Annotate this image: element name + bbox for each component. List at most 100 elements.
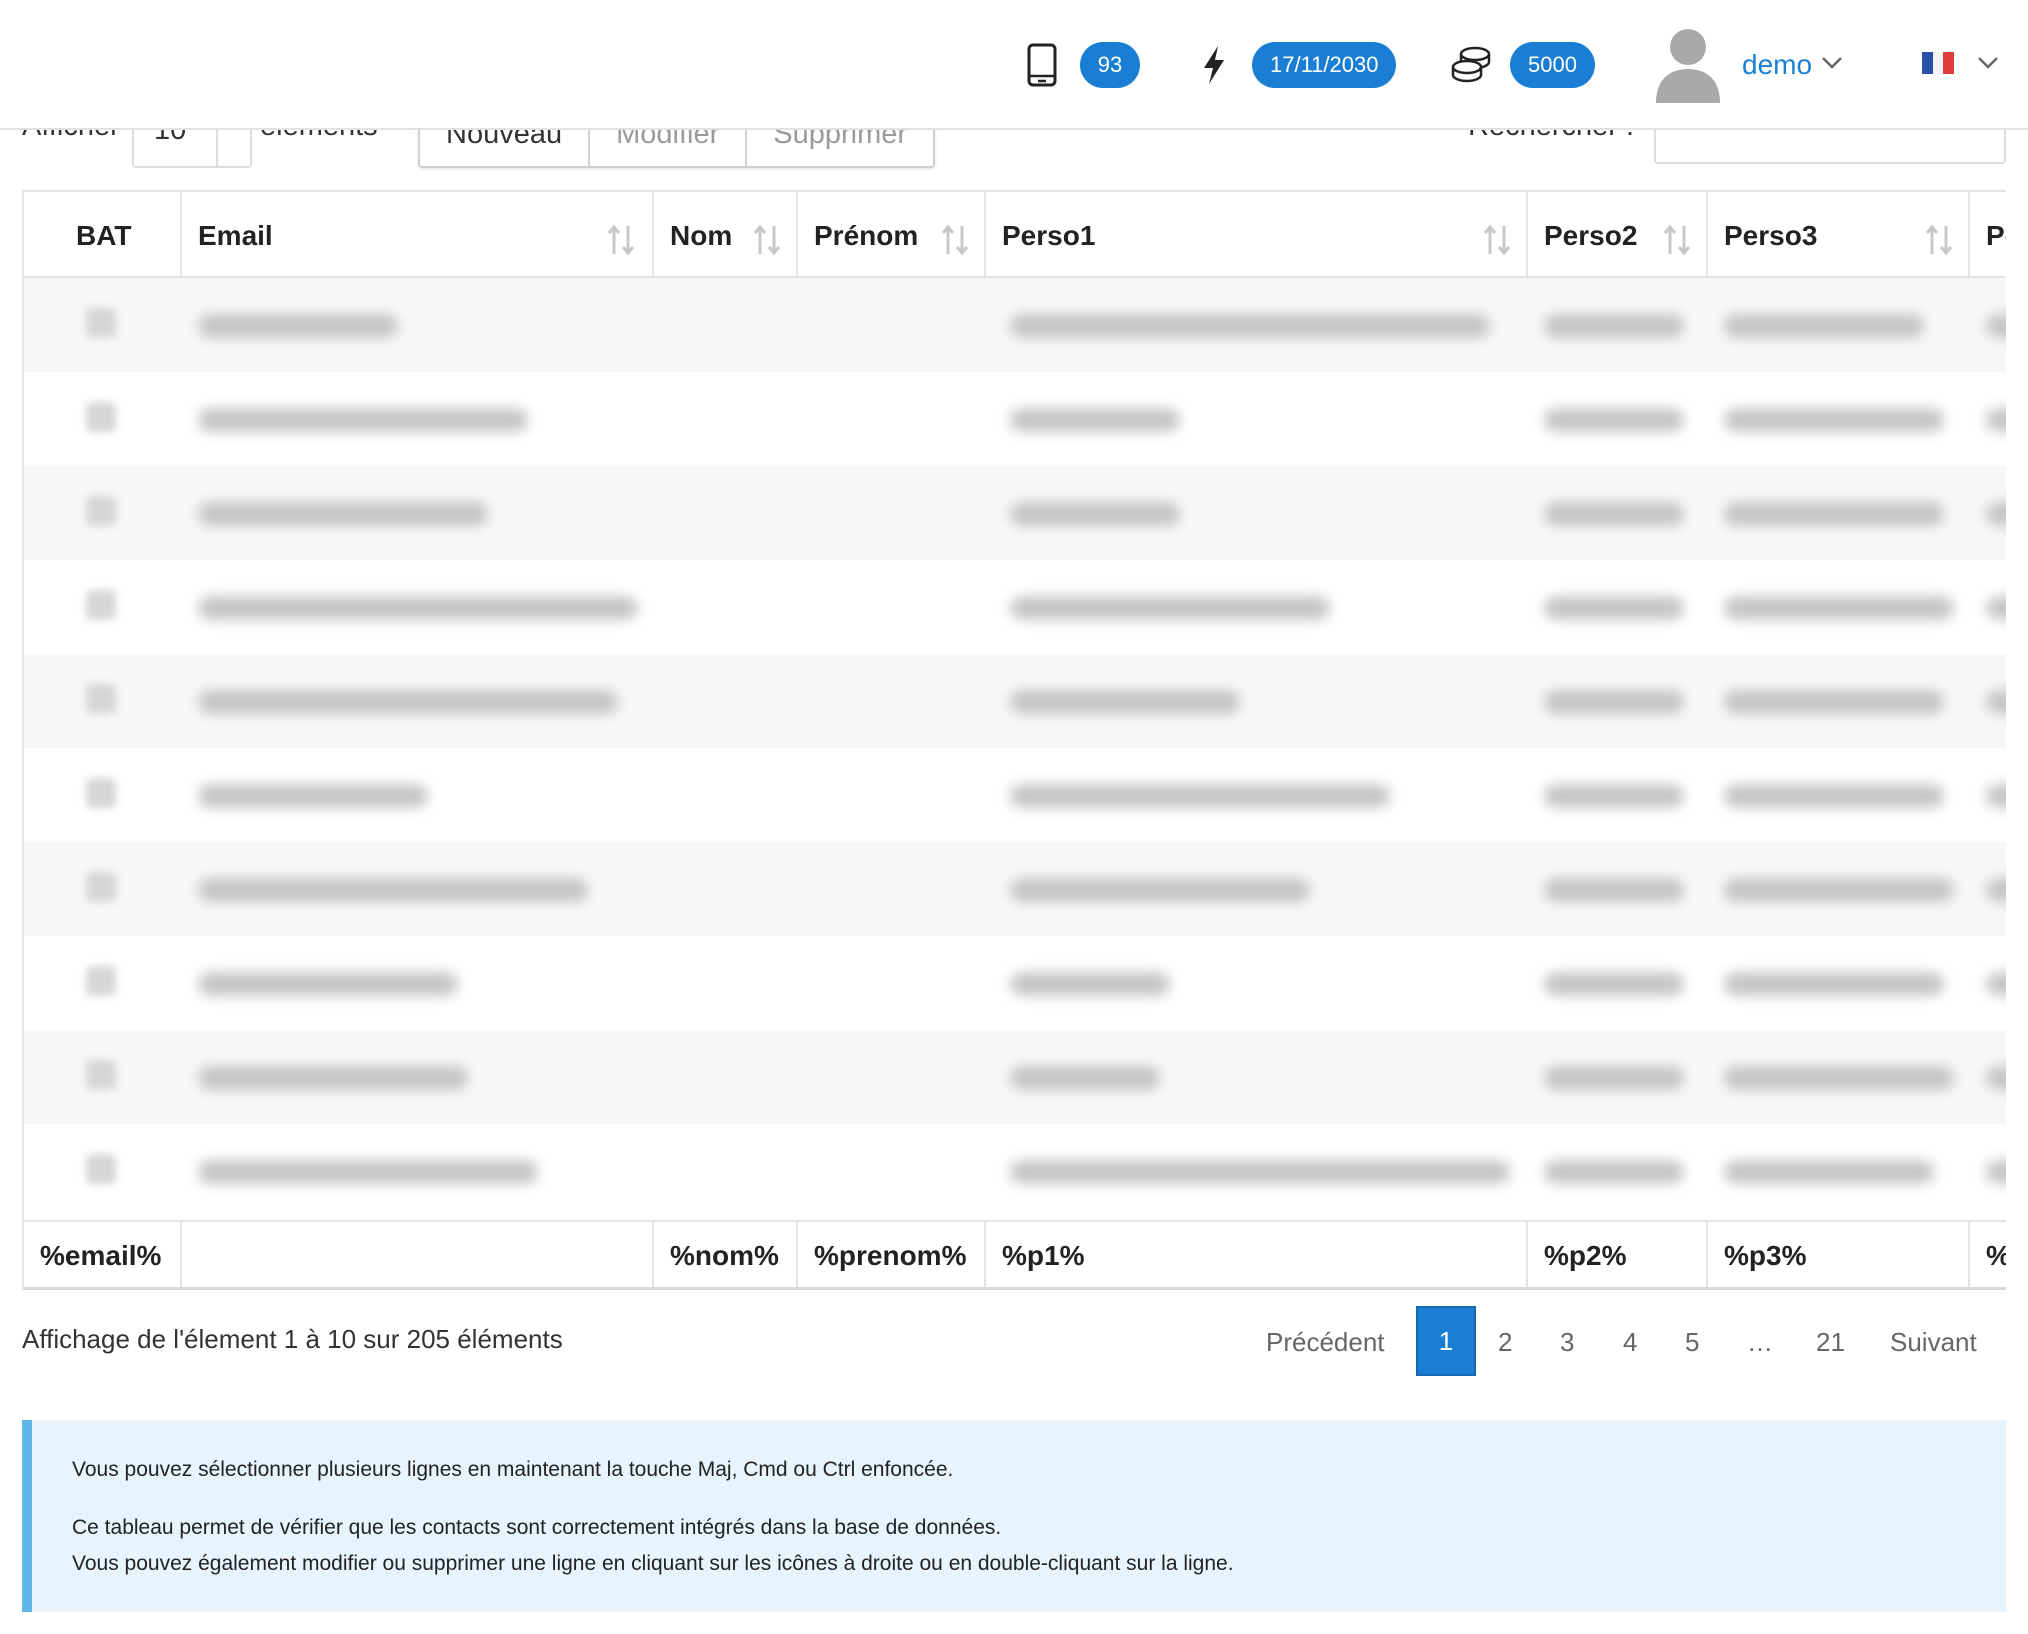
bat-checkbox[interactable] <box>86 684 116 714</box>
notice-line-3: Vous pouvez également modifier ou suppri… <box>72 1552 1234 1575</box>
bat-checkbox[interactable] <box>86 402 116 432</box>
sms-counter[interactable]: 93 <box>1018 0 1140 130</box>
page-2-link[interactable]: 2 <box>1498 1327 1512 1358</box>
previous-page-link[interactable]: Précédent <box>1266 1327 1385 1358</box>
redacted-cell <box>198 972 458 996</box>
column-header-perso1[interactable]: Perso1 <box>986 192 1528 278</box>
table-body <box>24 278 2006 1220</box>
redacted-cell <box>1544 502 1684 526</box>
column-header-nom[interactable]: Nom <box>654 192 798 278</box>
redacted-cell <box>1986 784 2006 808</box>
redacted-cell <box>1010 1160 1510 1184</box>
redacted-cell <box>1986 1066 2006 1090</box>
credits-indicator[interactable]: 5000 <box>1448 0 1595 130</box>
redacted-cell <box>1544 1066 1684 1090</box>
table-row[interactable] <box>24 466 2006 560</box>
page-5-link[interactable]: 5 <box>1685 1327 1699 1358</box>
table-row[interactable] <box>24 654 2006 748</box>
redacted-cell <box>1724 1160 1934 1184</box>
column-header-bat[interactable]: BAT <box>24 192 182 278</box>
redacted-cell <box>1010 878 1310 902</box>
redacted-cell <box>198 314 398 338</box>
redacted-cell <box>198 878 588 902</box>
redacted-cell <box>198 1160 538 1184</box>
redacted-cell <box>1544 314 1684 338</box>
footer-cell: %p3% <box>1708 1222 1970 1287</box>
column-header-perso2[interactable]: Perso2 <box>1528 192 1708 278</box>
redacted-cell <box>1724 596 1954 620</box>
column-header-perso3[interactable]: Perso3 <box>1708 192 1970 278</box>
redacted-cell <box>1724 408 1944 432</box>
redacted-cell <box>1544 972 1684 996</box>
bat-checkbox[interactable] <box>86 590 116 620</box>
redacted-cell <box>1010 408 1180 432</box>
bat-checkbox[interactable] <box>86 496 116 526</box>
redacted-cell <box>1544 1160 1684 1184</box>
redacted-cell <box>1724 314 1924 338</box>
table-footer-row: %email% %nom% %prenom% %p1% %p2% %p3% % <box>24 1220 2006 1290</box>
page-21-link[interactable]: 21 <box>1816 1327 1845 1358</box>
table-row[interactable] <box>24 372 2006 466</box>
chevron-down-icon <box>1976 55 2000 76</box>
redacted-cell <box>1986 408 2006 432</box>
redacted-cell <box>1986 596 2006 620</box>
column-header-prenom[interactable]: Prénom <box>798 192 986 278</box>
redacted-cell <box>1724 690 1944 714</box>
redacted-cell <box>198 690 618 714</box>
redacted-cell <box>1986 878 2006 902</box>
redacted-cell <box>1724 784 1944 808</box>
next-page-link[interactable]: Suivant <box>1890 1327 1977 1358</box>
bat-checkbox[interactable] <box>86 1154 116 1184</box>
redacted-cell <box>198 784 428 808</box>
table-info: Affichage de l'élement 1 à 10 sur 205 él… <box>22 1324 563 1354</box>
bat-checkbox[interactable] <box>86 778 116 808</box>
redacted-cell <box>1986 314 2006 338</box>
page-4-link[interactable]: 4 <box>1623 1327 1637 1358</box>
table-row[interactable] <box>24 842 2006 936</box>
sms-badge: 93 <box>1080 42 1140 88</box>
lightning-icon <box>1190 41 1238 89</box>
table-row[interactable] <box>24 278 2006 372</box>
page-3-link[interactable]: 3 <box>1560 1327 1574 1358</box>
footer-cell: %prenom% <box>798 1222 986 1287</box>
table-row[interactable] <box>24 1124 2006 1218</box>
chevron-down-icon <box>1820 55 1844 76</box>
redacted-cell <box>1544 878 1684 902</box>
bat-checkbox[interactable] <box>86 1060 116 1090</box>
redacted-cell <box>1010 972 1170 996</box>
footer-cell <box>182 1222 654 1287</box>
redacted-cell <box>1986 690 2006 714</box>
column-header-perso4[interactable]: Pe <box>1970 192 2006 278</box>
table-row[interactable] <box>24 748 2006 842</box>
coins-icon <box>1448 41 1496 89</box>
redacted-cell <box>1010 690 1240 714</box>
footer-cell: %email% <box>24 1222 182 1287</box>
user-menu[interactable]: demo <box>1652 0 1844 130</box>
redacted-cell <box>198 1066 468 1090</box>
redacted-cell <box>1986 502 2006 526</box>
redacted-cell <box>1010 314 1490 338</box>
bat-checkbox[interactable] <box>86 308 116 338</box>
table-row[interactable] <box>24 1030 2006 1124</box>
sort-icon <box>1662 224 1692 263</box>
redacted-cell <box>1986 1160 2006 1184</box>
credits-badge: 5000 <box>1510 42 1595 88</box>
expiry-badge: 17/11/2030 <box>1252 42 1397 88</box>
expiry-indicator[interactable]: 17/11/2030 <box>1190 0 1397 130</box>
footer-cell: %p1% <box>986 1222 1528 1287</box>
redacted-cell <box>1010 596 1330 620</box>
page-1-button[interactable]: 1 <box>1416 1306 1476 1376</box>
table-row[interactable] <box>24 560 2006 654</box>
contacts-table: BAT Email Nom Prénom Perso1 Perso2 Perso… <box>22 190 2006 1290</box>
bat-checkbox[interactable] <box>86 872 116 902</box>
sort-icon <box>1482 224 1512 263</box>
redacted-cell <box>198 502 488 526</box>
table-row[interactable] <box>24 936 2006 1030</box>
language-selector[interactable] <box>1922 0 2000 130</box>
bat-checkbox[interactable] <box>86 966 116 996</box>
flag-fr-icon <box>1922 51 1954 79</box>
help-notice: Vous pouvez sélectionner plusieurs ligne… <box>22 1420 2006 1612</box>
table-header-row: BAT Email Nom Prénom Perso1 Perso2 Perso… <box>24 190 2006 278</box>
column-header-email[interactable]: Email <box>182 192 654 278</box>
redacted-cell <box>1986 972 2006 996</box>
